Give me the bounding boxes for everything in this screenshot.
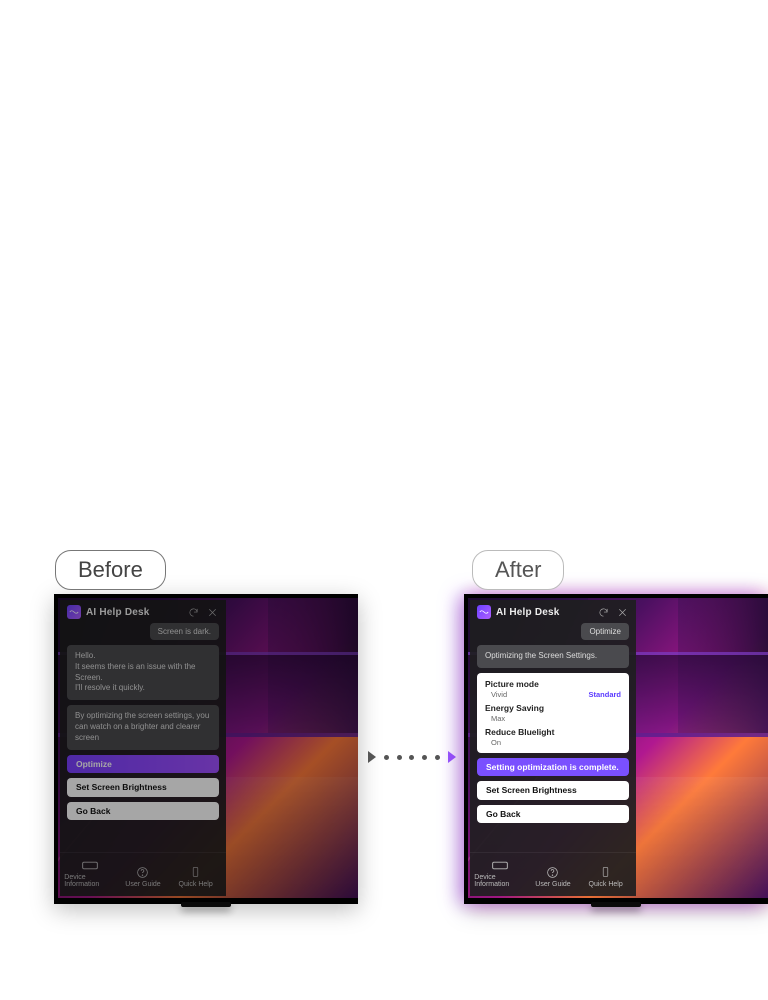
panel-title: AI Help Desk xyxy=(496,607,591,618)
footer-label: User Guide xyxy=(125,881,160,888)
footer-label: Quick Help xyxy=(589,881,623,888)
user-message: Screen is dark. xyxy=(150,623,219,640)
panel-title: AI Help Desk xyxy=(86,607,181,618)
set-brightness-button[interactable]: Set Screen Brightness xyxy=(477,781,629,800)
phone-icon xyxy=(598,866,614,878)
device-icon xyxy=(82,859,98,871)
help-desk-panel-before: AI Help Desk Screen is dark. Hello. It s… xyxy=(60,600,226,896)
refresh-icon[interactable] xyxy=(186,605,200,619)
setting-label: Picture mode xyxy=(485,679,621,689)
settings-card: Picture mode Vivid Standard Energy Savin… xyxy=(477,673,629,753)
footer-label: User Guide xyxy=(535,881,570,888)
panel-footer: Device Information User Guide Quick Help xyxy=(60,852,226,896)
setting-label: Energy Saving xyxy=(485,703,621,713)
tv-stand xyxy=(181,902,231,907)
setting-old-value: Vivid xyxy=(491,690,507,699)
phone-icon xyxy=(188,866,204,878)
footer-user-guide[interactable]: User Guide xyxy=(117,866,169,888)
footer-label: Device Information xyxy=(474,874,526,888)
footer-label: Quick Help xyxy=(179,881,213,888)
footer-user-guide[interactable]: User Guide xyxy=(527,866,579,888)
setting-reduce-bluelight: Reduce Bluelight On xyxy=(485,727,621,747)
ai-status-optimizing: Optimizing the Screen Settings. xyxy=(477,645,629,668)
tv-before-screen: AI Help Desk Screen is dark. Hello. It s… xyxy=(58,598,358,898)
help-circle-icon xyxy=(135,866,151,878)
panel-header: AI Help Desk xyxy=(60,600,226,623)
device-icon xyxy=(492,859,508,871)
close-icon[interactable] xyxy=(615,605,629,619)
panel-body: Optimize Optimizing the Screen Settings.… xyxy=(470,623,636,852)
setting-label: Reduce Bluelight xyxy=(485,727,621,737)
setting-old-value: On xyxy=(491,738,501,747)
setting-picture-mode: Picture mode Vivid Standard xyxy=(485,679,621,699)
panel-header: AI Help Desk xyxy=(470,600,636,623)
refresh-icon[interactable] xyxy=(596,605,610,619)
ai-logo-icon xyxy=(477,605,491,619)
tv-stand xyxy=(591,902,641,907)
transition-arrow-icon xyxy=(368,750,456,764)
help-circle-icon xyxy=(545,866,561,878)
optimize-button[interactable]: Optimize xyxy=(67,755,219,774)
footer-quick-help[interactable]: Quick Help xyxy=(170,866,222,888)
user-message: Optimize xyxy=(581,623,629,640)
setting-old-value: Max xyxy=(491,714,505,723)
ai-message-2: By optimizing the screen settings, you c… xyxy=(67,705,219,749)
help-desk-panel-after: AI Help Desk Optimize Optimizing the Scr… xyxy=(470,600,636,896)
footer-device-info[interactable]: Device Information xyxy=(64,859,116,888)
tv-before: AI Help Desk Screen is dark. Hello. It s… xyxy=(54,594,358,904)
after-label: After xyxy=(472,550,564,590)
set-brightness-button[interactable]: Set Screen Brightness xyxy=(67,778,219,797)
ai-message-1: Hello. It seems there is an issue with t… xyxy=(67,645,219,700)
close-icon[interactable] xyxy=(205,605,219,619)
panel-body: Screen is dark. Hello. It seems there is… xyxy=(60,623,226,852)
setting-energy-saving: Energy Saving Max xyxy=(485,703,621,723)
tv-after: AI Help Desk Optimize Optimizing the Scr… xyxy=(464,594,768,904)
footer-device-info[interactable]: Device Information xyxy=(474,859,526,888)
setting-new-value: Standard xyxy=(588,690,621,699)
go-back-button[interactable]: Go Back xyxy=(67,802,219,821)
ai-logo-icon xyxy=(67,605,81,619)
comparison-stage: Before After AI Help Desk xyxy=(0,550,768,950)
footer-label: Device Information xyxy=(64,874,116,888)
footer-quick-help[interactable]: Quick Help xyxy=(580,866,632,888)
tv-after-screen: AI Help Desk Optimize Optimizing the Scr… xyxy=(468,598,768,898)
go-back-button[interactable]: Go Back xyxy=(477,805,629,824)
before-label: Before xyxy=(55,550,166,590)
panel-footer: Device Information User Guide Quick Help xyxy=(470,852,636,896)
optimization-complete-status: Setting optimization is complete. xyxy=(477,758,629,777)
